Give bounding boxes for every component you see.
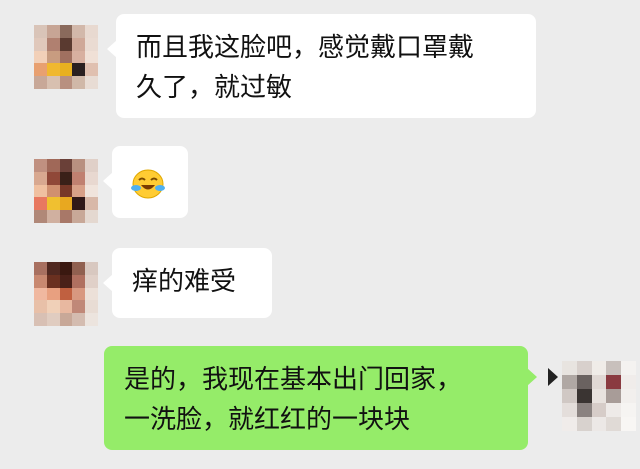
pointer-arrow-icon [548, 368, 558, 386]
message-bubble-outgoing[interactable]: 是的，我现在基本出门回家， 一洗脸，就红红的一块块 [104, 346, 537, 450]
message-bubble-incoming[interactable]: 而且我这脸吧，感觉戴口罩戴 久了，就过敏 [107, 14, 536, 118]
message-text: 而且我这脸吧，感觉戴口罩戴 [136, 33, 475, 63]
message-text: 痒的难受 [132, 267, 237, 297]
message-text: 一洗脸，就红红的一块块 [124, 405, 411, 435]
message-bubble-incoming[interactable]: 痒的难受 [103, 248, 272, 318]
crying-laughing-emoji-icon [131, 169, 165, 199]
message-text: 是的，我现在基本出门回家， [124, 365, 463, 395]
avatar[interactable] [34, 159, 98, 223]
avatar[interactable] [34, 25, 98, 89]
avatar[interactable] [562, 361, 636, 431]
message-text: 久了，就过敏 [136, 73, 293, 103]
avatar[interactable] [34, 262, 98, 326]
